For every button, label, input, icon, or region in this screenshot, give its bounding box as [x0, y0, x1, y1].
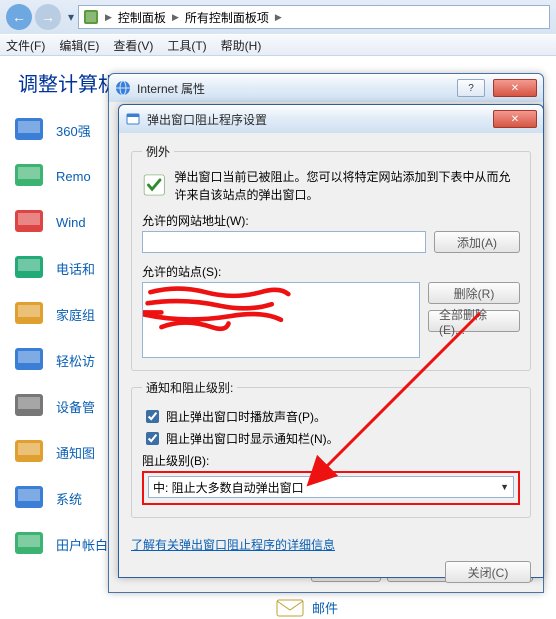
- block-level-value: 中: 阻止大多数自动弹出窗口: [153, 479, 304, 496]
- block-level-combobox[interactable]: 中: 阻止大多数自动弹出窗口 ▼: [148, 476, 514, 498]
- control-panel-item-icon: [12, 435, 46, 469]
- notify-legend: 通知和阻止级别:: [142, 379, 237, 396]
- help-button[interactable]: ?: [457, 79, 485, 97]
- play-sound-label: 阻止弹出窗口时播放声音(P)。: [166, 408, 326, 425]
- menu-view[interactable]: 查看(V): [113, 37, 153, 54]
- show-notify-label: 阻止弹出窗口时显示通知栏(N)。: [166, 430, 339, 447]
- control-panel-item-label: 轻松访: [56, 351, 95, 370]
- popup-blocker-settings-dialog: 弹出窗口阻止程序设置 ✕ 例外 弹出窗口当前已被阻止。您可以将特定网站添加到下表…: [118, 104, 544, 578]
- show-notify-checkbox-row[interactable]: 阻止弹出窗口时显示通知栏(N)。: [142, 429, 520, 448]
- control-panel-item[interactable]: 邮件: [276, 598, 338, 617]
- dialog-title: 弹出窗口阻止程序设置: [147, 111, 267, 128]
- redaction-scribble: [143, 283, 419, 353]
- close-button[interactable]: ✕: [493, 79, 537, 97]
- control-panel-item-icon: [12, 343, 46, 377]
- dialog-title: Internet 属性: [137, 80, 205, 97]
- highlight-box: 中: 阻止大多数自动弹出窗口 ▼: [142, 471, 520, 505]
- control-panel-item-label: 家庭组: [56, 305, 95, 324]
- address-bar: ← → ▾ ▶ 控制面板 ▶ 所有控制面板项 ▶: [0, 0, 556, 34]
- control-panel-item-icon: [12, 481, 46, 515]
- control-panel-item-label: Wind: [56, 215, 86, 230]
- breadcrumb-seg[interactable]: 控制面板: [118, 9, 166, 26]
- control-panel-item-label: 设备管: [56, 397, 95, 416]
- nav-back-button[interactable]: ←: [6, 4, 32, 30]
- control-panel-item-label: 360强: [56, 121, 91, 140]
- exceptions-group: 例外 弹出窗口当前已被阻止。您可以将特定网站添加到下表中从而允许来自该站点的弹出…: [131, 143, 531, 371]
- control-panel-item-icon: [12, 113, 46, 147]
- chevron-down-icon: ▼: [500, 482, 509, 492]
- close-button[interactable]: ✕: [493, 110, 537, 128]
- exceptions-description: 弹出窗口当前已被阻止。您可以将特定网站添加到下表中从而允许来自该站点的弹出窗口。: [174, 168, 520, 204]
- menu-tools[interactable]: 工具(T): [167, 37, 206, 54]
- control-panel-item-icon: [12, 205, 46, 239]
- block-level-label: 阻止级别(B):: [142, 452, 520, 469]
- play-sound-checkbox-row[interactable]: 阻止弹出窗口时播放声音(P)。: [142, 407, 520, 426]
- chevron-right-icon: ▶: [273, 12, 284, 23]
- allowed-address-input[interactable]: [142, 231, 426, 253]
- control-panel-item-label: 田户帐白: [56, 535, 108, 554]
- shield-check-icon: [142, 168, 166, 202]
- control-panel-item-label: Remo: [56, 169, 91, 184]
- close-dialog-button[interactable]: 关闭(C): [445, 561, 531, 583]
- notify-block-level-group: 通知和阻止级别: 阻止弹出窗口时播放声音(P)。 阻止弹出窗口时显示通知栏(N)…: [131, 379, 531, 518]
- chevron-right-icon: ▶: [170, 12, 181, 23]
- delete-all-button[interactable]: 全部删除(E)...: [428, 310, 520, 332]
- play-sound-checkbox[interactable]: [146, 410, 159, 423]
- control-panel-item-label: 电话和: [56, 259, 95, 278]
- globe-icon: [115, 80, 131, 96]
- exceptions-legend: 例外: [142, 143, 174, 160]
- menu-edit[interactable]: 编辑(E): [59, 37, 99, 54]
- allowed-sites-listbox[interactable]: [142, 282, 420, 358]
- delete-button[interactable]: 删除(R): [428, 282, 520, 304]
- mail-icon: [276, 599, 304, 617]
- control-panel-icon: [83, 9, 99, 25]
- show-notify-checkbox[interactable]: [146, 432, 159, 445]
- learn-more-link[interactable]: 了解有关弹出窗口阻止程序的详细信息: [131, 536, 335, 553]
- control-panel-item-icon: [12, 159, 46, 193]
- breadcrumb[interactable]: ▶ 控制面板 ▶ 所有控制面板项 ▶: [78, 5, 550, 29]
- menu-bar: 文件(F) 编辑(E) 查看(V) 工具(T) 帮助(H): [0, 34, 556, 56]
- titlebar[interactable]: 弹出窗口阻止程序设置 ✕: [119, 105, 543, 133]
- control-panel-item-label: 邮件: [312, 598, 338, 617]
- breadcrumb-seg[interactable]: 所有控制面板项: [185, 9, 269, 26]
- menu-help[interactable]: 帮助(H): [221, 37, 262, 54]
- control-panel-item-icon: [12, 527, 46, 561]
- control-panel-item-label: 系统: [56, 489, 82, 508]
- allowed-address-label: 允许的网站地址(W):: [142, 212, 520, 229]
- nav-forward-button[interactable]: →: [35, 4, 61, 30]
- nav-history-dropdown[interactable]: ▾: [64, 4, 78, 30]
- chevron-right-icon: ▶: [103, 12, 114, 23]
- control-panel-item-icon: [12, 297, 46, 331]
- control-panel-item-label: 通知图: [56, 443, 95, 462]
- control-panel-item-icon: [12, 251, 46, 285]
- menu-file[interactable]: 文件(F): [6, 37, 45, 54]
- titlebar[interactable]: Internet 属性 ? ✕: [109, 74, 543, 102]
- allowed-sites-label: 允许的站点(S):: [142, 263, 520, 280]
- control-panel-item-icon: [12, 389, 46, 423]
- popup-settings-icon: [125, 111, 141, 127]
- add-button[interactable]: 添加(A): [434, 231, 520, 253]
